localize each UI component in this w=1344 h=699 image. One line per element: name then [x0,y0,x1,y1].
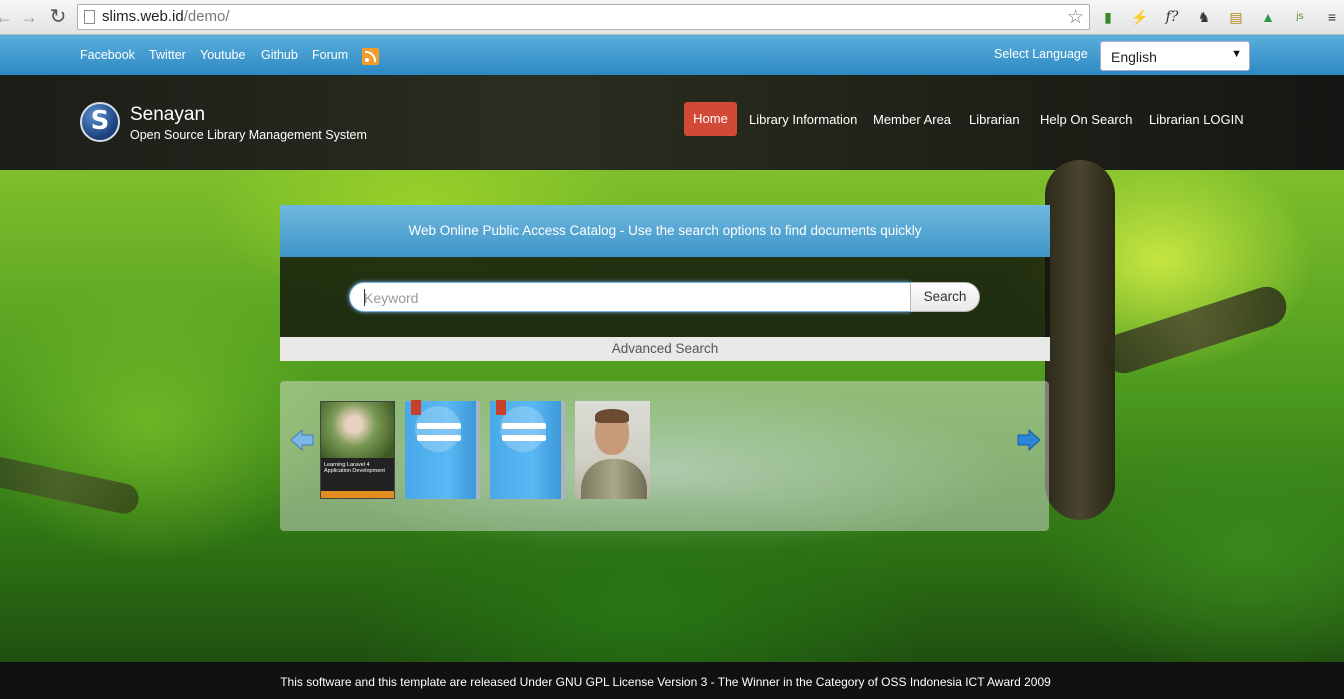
font-inspector-extension-icon[interactable]: f? [1162,7,1182,27]
nav-librarian-login[interactable]: Librarian LOGIN [1149,112,1244,127]
twitter-link[interactable]: Twitter [149,48,186,62]
site-header: S Senayan Open Source Library Management… [0,75,1344,170]
nav-library-information[interactable]: Library Information [749,112,857,127]
drive-extension-icon[interactable]: ▲ [1258,7,1278,27]
page-icon [84,10,95,24]
footer: This software and this template are rele… [0,662,1344,699]
plug-extension-icon[interactable]: ⚡ [1130,7,1150,27]
tree-branch [1098,281,1292,379]
cover-line [417,423,461,429]
youtube-link[interactable]: Youtube [200,48,245,62]
cover-placeholder-icon [415,406,461,452]
nav-home[interactable]: Home [684,102,737,136]
tree-trunk [1045,160,1115,520]
chevron-down-icon: ▼ [1231,48,1242,60]
tree-branch [0,453,142,517]
js-extension-icon[interactable]: js [1290,7,1310,27]
senayan-logo[interactable]: S [80,102,120,142]
carousel-prev-arrow-icon[interactable] [289,428,315,452]
cover-band [321,491,394,498]
gallery-extension-icon[interactable]: ▤ [1226,7,1246,27]
bookmark-icon [496,400,506,415]
nav-help-on-search[interactable]: Help On Search [1040,112,1133,127]
book-cover[interactable] [405,400,480,499]
evernote-extension-icon[interactable]: ▮ [1098,7,1118,27]
site-tagline: Open Source Library Management System [130,128,367,142]
browser-toolbar: ← → ↻ slims.web.id/demo/ ☆ ▮ ⚡ f? ♞ ▤ ▲ … [0,0,1344,35]
person-shirt [581,459,647,499]
person-hair [595,409,629,423]
menu-icon[interactable]: ≡ [1322,7,1342,27]
cover-line [417,435,461,441]
language-label: Select Language [994,47,1088,61]
bookmark-star-icon[interactable]: ☆ [1067,6,1084,29]
cover-placeholder-icon [500,406,546,452]
advanced-search-toggle[interactable]: Advanced Search [280,337,1050,361]
bookmark-icon [411,400,421,415]
cover-line [502,423,546,429]
opac-title: Web Online Public Access Catalog - Use t… [408,223,922,238]
horse-extension-icon[interactable]: ♞ [1194,7,1214,27]
rss-icon[interactable] [362,48,379,65]
book-cover[interactable] [490,400,565,499]
cover-line [502,435,546,441]
forum-link[interactable]: Forum [312,48,348,62]
book-cover[interactable]: Learning Laravel 4 Application Developme… [320,401,395,499]
language-select[interactable]: English ▼ [1100,41,1250,71]
address-bar[interactable]: slims.web.id/demo/ ☆ [77,4,1090,30]
carousel-next-arrow-icon[interactable] [1016,428,1042,452]
facebook-link[interactable]: Facebook [80,48,135,62]
nav-librarian[interactable]: Librarian [969,112,1020,127]
cover-title: Learning Laravel 4 Application Developme… [324,462,385,474]
footer-text: This software and this template are rele… [280,675,1051,689]
search-placeholder: Keyword [364,290,419,306]
cover-flower-image [321,402,394,458]
reload-icon[interactable]: ↻ [46,5,70,29]
nav-member-area[interactable]: Member Area [873,112,951,127]
advanced-search-label: Advanced Search [611,341,719,356]
opac-header: Web Online Public Access Catalog - Use t… [280,205,1050,257]
search-button[interactable]: Search [910,282,980,312]
back-icon[interactable]: ← [0,5,16,29]
github-link[interactable]: Github [261,48,298,62]
site-name[interactable]: Senayan [130,104,205,126]
keyword-search-input[interactable]: Keyword [349,282,910,312]
book-cover[interactable] [575,401,650,499]
url-text[interactable]: slims.web.id/demo/ [102,8,230,25]
language-value: English [1111,49,1157,65]
forward-icon[interactable]: → [17,5,41,29]
book-carousel [280,381,1049,531]
